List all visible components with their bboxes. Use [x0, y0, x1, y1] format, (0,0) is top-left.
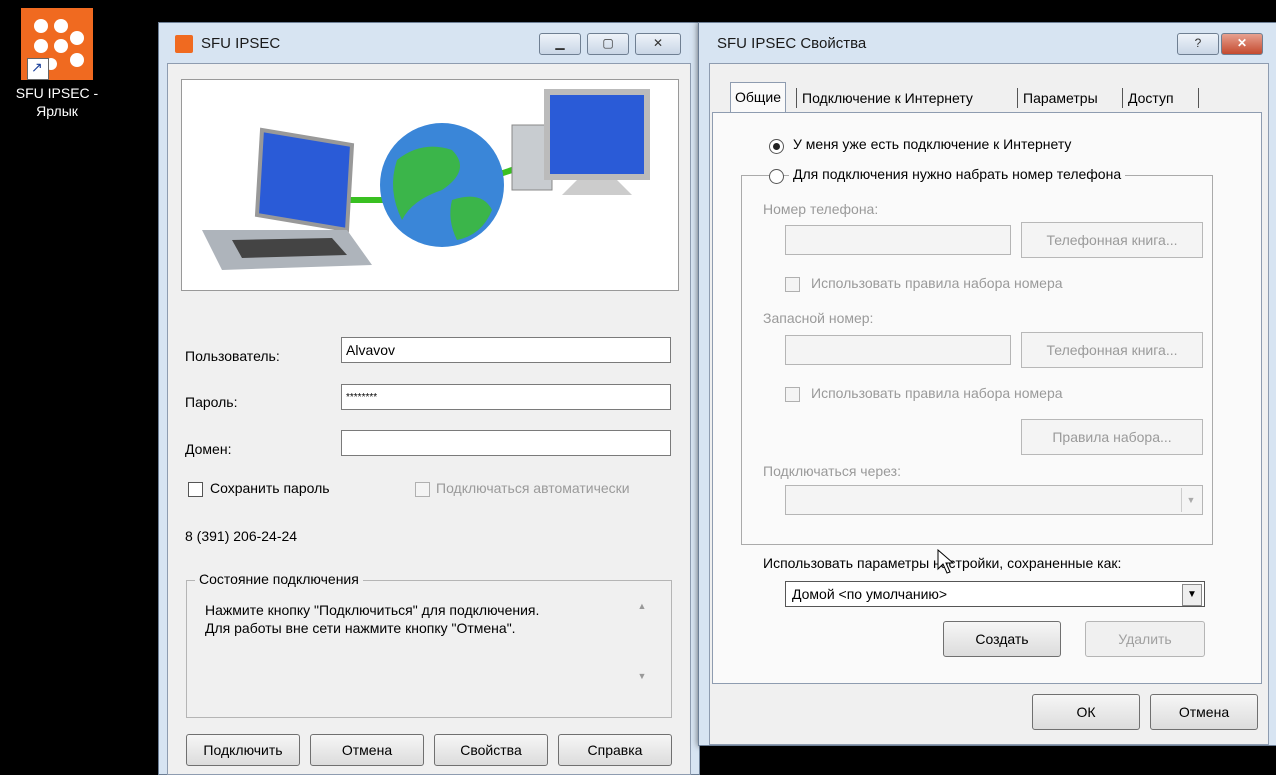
auto-connect-label: Подключаться автоматически [436, 480, 630, 496]
status-group: Состояние подключения Нажмите кнопку "По… [186, 571, 672, 718]
status-scrollbar[interactable]: ▲ ▼ [633, 595, 651, 695]
password-label: Пароль: [185, 394, 238, 410]
user-input[interactable] [341, 337, 671, 363]
dial-label: Для подключения нужно набрать номер теле… [789, 166, 1126, 182]
status-group-title: Состояние подключения [195, 571, 363, 587]
alt-phonebook-button[interactable]: Телефонная книга... [1021, 332, 1203, 368]
help-button[interactable]: Справка [558, 734, 672, 766]
scroll-down-icon[interactable]: ▼ [633, 671, 651, 681]
network-banner-image [181, 79, 679, 291]
tab-general[interactable]: Общие [730, 82, 787, 112]
status-text: Нажмите кнопку "Подключиться" для подклю… [205, 602, 540, 636]
shortcut-arrow-icon [27, 58, 49, 80]
scroll-up-icon[interactable]: ▲ [633, 601, 651, 611]
have-connection-label: У меня уже есть подключение к Интернету [793, 136, 1072, 152]
connect-via-select[interactable]: ▼ [785, 485, 1203, 515]
cancel-button[interactable]: Отмена [310, 734, 424, 766]
phonebook-button[interactable]: Телефонная книга... [1021, 222, 1203, 258]
general-tab-panel: У меня уже есть подключение к Интернету … [712, 112, 1262, 684]
desktop-shortcut[interactable]: SFU IPSEC - Ярлык [2, 8, 112, 120]
phone-input[interactable] [785, 225, 1011, 255]
save-password-label: Сохранить пароль [210, 480, 330, 496]
tab-parameters[interactable]: Параметры [1019, 84, 1102, 112]
window-title: SFU IPSEC [201, 35, 281, 52]
location-value: Домой <по умолчанию> [792, 586, 948, 602]
dial-rules-checkbox[interactable] [785, 277, 800, 292]
properties-title-bar[interactable]: SFU IPSEC Свойства ? ✕ [699, 23, 1276, 63]
auto-connect-checkbox[interactable] [415, 482, 430, 497]
dial-radio[interactable] [769, 169, 784, 184]
sfu-ipsec-logo-icon [21, 8, 93, 80]
password-input[interactable] [341, 384, 671, 410]
delete-button[interactable]: Удалить [1085, 621, 1205, 657]
connect-button[interactable]: Подключить [186, 734, 300, 766]
ok-button[interactable]: ОК [1032, 694, 1140, 730]
properties-button[interactable]: Свойства [434, 734, 548, 766]
app-icon [175, 35, 193, 53]
tab-access[interactable]: Доступ [1124, 84, 1178, 112]
dial-rules-button[interactable]: Правила набора... [1021, 419, 1203, 455]
phone-label: Номер телефона: [763, 201, 879, 217]
user-label: Пользователь: [185, 348, 280, 364]
login-client-area: Пользователь: Пароль: Домен: Сохранить п… [167, 63, 691, 775]
properties-client-area: Общие Подключение к Интернету Параметры … [709, 63, 1269, 745]
help-caption-button[interactable]: ? [1177, 33, 1219, 55]
location-dropdown-icon[interactable]: ▼ [1182, 584, 1202, 606]
alt-dial-rules-checkbox[interactable] [785, 387, 800, 402]
alt-dial-rules-label: Использовать правила набора номера [811, 385, 1063, 401]
create-button[interactable]: Создать [943, 621, 1061, 657]
connect-via-dropdown-icon[interactable]: ▼ [1181, 488, 1200, 512]
save-password-checkbox[interactable] [188, 482, 203, 497]
mouse-cursor-icon [937, 549, 955, 574]
have-connection-radio[interactable] [769, 139, 784, 154]
close-button[interactable]: ✕ [635, 33, 681, 55]
properties-window: SFU IPSEC Свойства ? ✕ Общие Подключение… [698, 22, 1276, 746]
domain-input[interactable] [341, 430, 671, 456]
login-window: SFU IPSEC ▁ ▢ ✕ Пользователь: Alvavov Па… [158, 22, 700, 775]
title-bar[interactable]: SFU IPSEC ▁ ▢ ✕ [159, 23, 699, 63]
properties-window-title: SFU IPSEC Свойства [717, 35, 867, 52]
dial-rules-label: Использовать правила набора номера [811, 275, 1063, 291]
maximize-button[interactable]: ▢ [587, 33, 629, 55]
shortcut-label: SFU IPSEC - Ярлык [15, 85, 99, 119]
domain-label: Домен: [185, 441, 232, 457]
alt-phone-input[interactable] [785, 335, 1011, 365]
properties-cancel-button[interactable]: Отмена [1150, 694, 1258, 730]
phone-number: 8 (391) 206-24-24 [185, 528, 298, 544]
alt-phone-label: Запасной номер: [763, 310, 874, 326]
location-select[interactable]: Домой <по умолчанию> ▼ [785, 581, 1205, 607]
minimize-button[interactable]: ▁ [539, 33, 581, 55]
tab-internet-connection[interactable]: Подключение к Интернету [798, 84, 977, 112]
properties-close-button[interactable]: ✕ [1221, 33, 1263, 55]
connect-via-label: Подключаться через: [763, 463, 901, 479]
